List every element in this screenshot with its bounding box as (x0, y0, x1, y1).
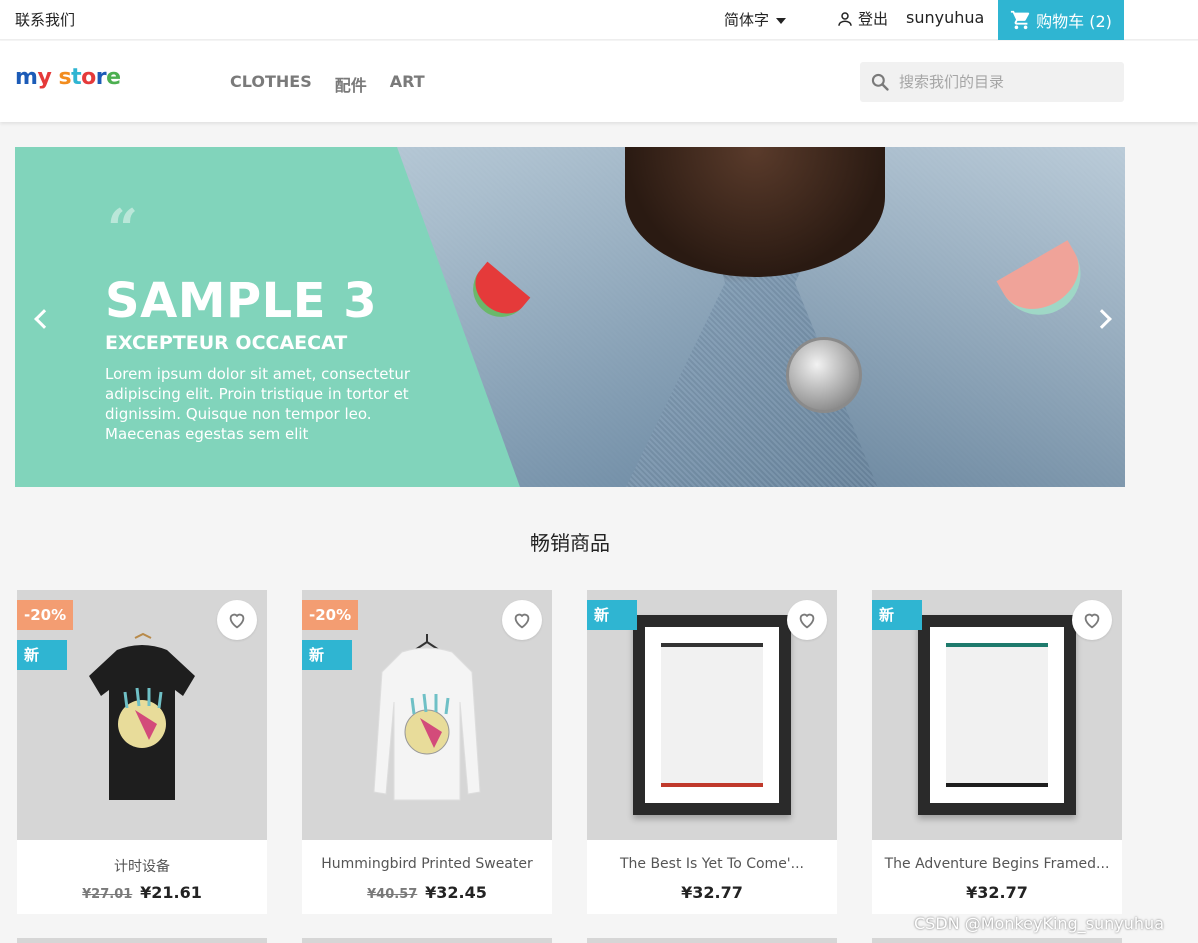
product-thumbnail[interactable]: -20% 新 (302, 590, 552, 840)
regular-price: ¥27.01 (82, 887, 133, 902)
discount-badge: -20% (302, 600, 359, 630)
main-nav: CLOTHES 配件 ART (230, 72, 425, 96)
search-icon[interactable] (870, 72, 890, 92)
sale-price: ¥21.61 (140, 883, 202, 902)
price: ¥32.77 (966, 883, 1028, 902)
hero-carousel[interactable]: “ SAMPLE 3 EXCEPTEUR OCCAECAT Lorem ipsu… (15, 147, 1125, 487)
product-name[interactable]: The Adventure Begins Framed... (872, 856, 1122, 872)
product-prices: ¥40.57 ¥32.45 (302, 883, 552, 902)
product-card[interactable]: 新 The Adventure Begins Framed... ¥32.77 (872, 590, 1122, 914)
framed-poster-image (918, 615, 1076, 815)
discount-badge: -20% (17, 600, 74, 630)
product-prices: ¥32.77 (587, 883, 837, 902)
wishlist-button[interactable] (217, 600, 257, 640)
signout-link[interactable]: 登出 (836, 8, 888, 29)
sale-price: ¥32.45 (425, 883, 487, 902)
price: ¥32.77 (681, 883, 743, 902)
new-badge: 新 (872, 600, 922, 630)
cart-icon (1011, 10, 1030, 30)
hero-title: SAMPLE 3 (105, 273, 378, 329)
quote-icon: “ (107, 197, 139, 261)
wishlist-button[interactable] (502, 600, 542, 640)
language-selector[interactable]: 简体字 (724, 9, 786, 30)
next-product-row (17, 938, 1122, 943)
product-prices: ¥27.01 ¥21.61 (17, 883, 267, 902)
product-card[interactable]: 新 The Best Is Yet To Come'... ¥32.77 (587, 590, 837, 914)
tshirt-image (89, 632, 195, 800)
heart-icon (514, 613, 530, 629)
cart-button[interactable]: 购物车 (2) (998, 0, 1124, 40)
wishlist-button[interactable] (787, 600, 827, 640)
wishlist-button[interactable] (1072, 600, 1112, 640)
main-header: my store CLOTHES 配件 ART (0, 41, 1198, 122)
framed-poster-image (633, 615, 791, 815)
jacket-button-image (786, 337, 862, 413)
hero-description: Lorem ipsum dolor sit amet, consectetur … (105, 365, 411, 443)
hero-subtitle: EXCEPTEUR OCCAECAT (105, 332, 348, 354)
regular-price: ¥40.57 (367, 887, 418, 902)
nav-item-accessories[interactable]: 配件 (335, 72, 367, 96)
new-badge: 新 (587, 600, 637, 630)
signout-label: 登出 (858, 10, 889, 28)
caret-down-icon (775, 17, 786, 24)
new-badge: 新 (17, 640, 67, 670)
cart-label: 购物车 (2) (1036, 12, 1112, 31)
product-thumbnail[interactable]: 新 (872, 590, 1122, 840)
top-bar: 联系我们 简体字 登出 sunyuhua 购物车 (2) (0, 0, 1198, 40)
product-name[interactable]: The Best Is Yet To Come'... (587, 856, 837, 872)
product-thumbnail[interactable]: -20% 新 (17, 590, 267, 840)
heart-icon (1084, 613, 1100, 629)
nav-item-clothes[interactable]: CLOTHES (230, 72, 312, 96)
product-card[interactable]: -20% 新 Hummingbird Printed Sweater ¥40.5… (302, 590, 552, 914)
search-box (860, 62, 1124, 102)
account-username[interactable]: sunyuhua (906, 8, 984, 27)
user-icon (838, 11, 852, 26)
heart-icon (799, 613, 815, 629)
nav-item-art[interactable]: ART (390, 72, 425, 96)
product-thumbnail[interactable]: 新 (587, 590, 837, 840)
sweater-image (373, 634, 481, 801)
new-badge: 新 (302, 640, 352, 670)
product-prices: ¥32.77 (872, 883, 1122, 902)
language-label: 简体字 (724, 11, 770, 29)
contact-us-link[interactable]: 联系我们 (15, 9, 75, 30)
store-logo[interactable]: my store (15, 65, 121, 90)
product-card[interactable]: -20% 新 计时设备 ¥27.01 ¥21.61 (17, 590, 267, 914)
section-title: 畅销商品 (530, 531, 610, 555)
product-name[interactable]: 计时设备 (17, 856, 267, 876)
heart-icon (229, 613, 245, 629)
watermark-text: CSDN @MonkeyKing_sunyuhua (914, 914, 1164, 933)
product-name[interactable]: Hummingbird Printed Sweater (302, 856, 552, 872)
search-input[interactable] (899, 73, 1109, 91)
